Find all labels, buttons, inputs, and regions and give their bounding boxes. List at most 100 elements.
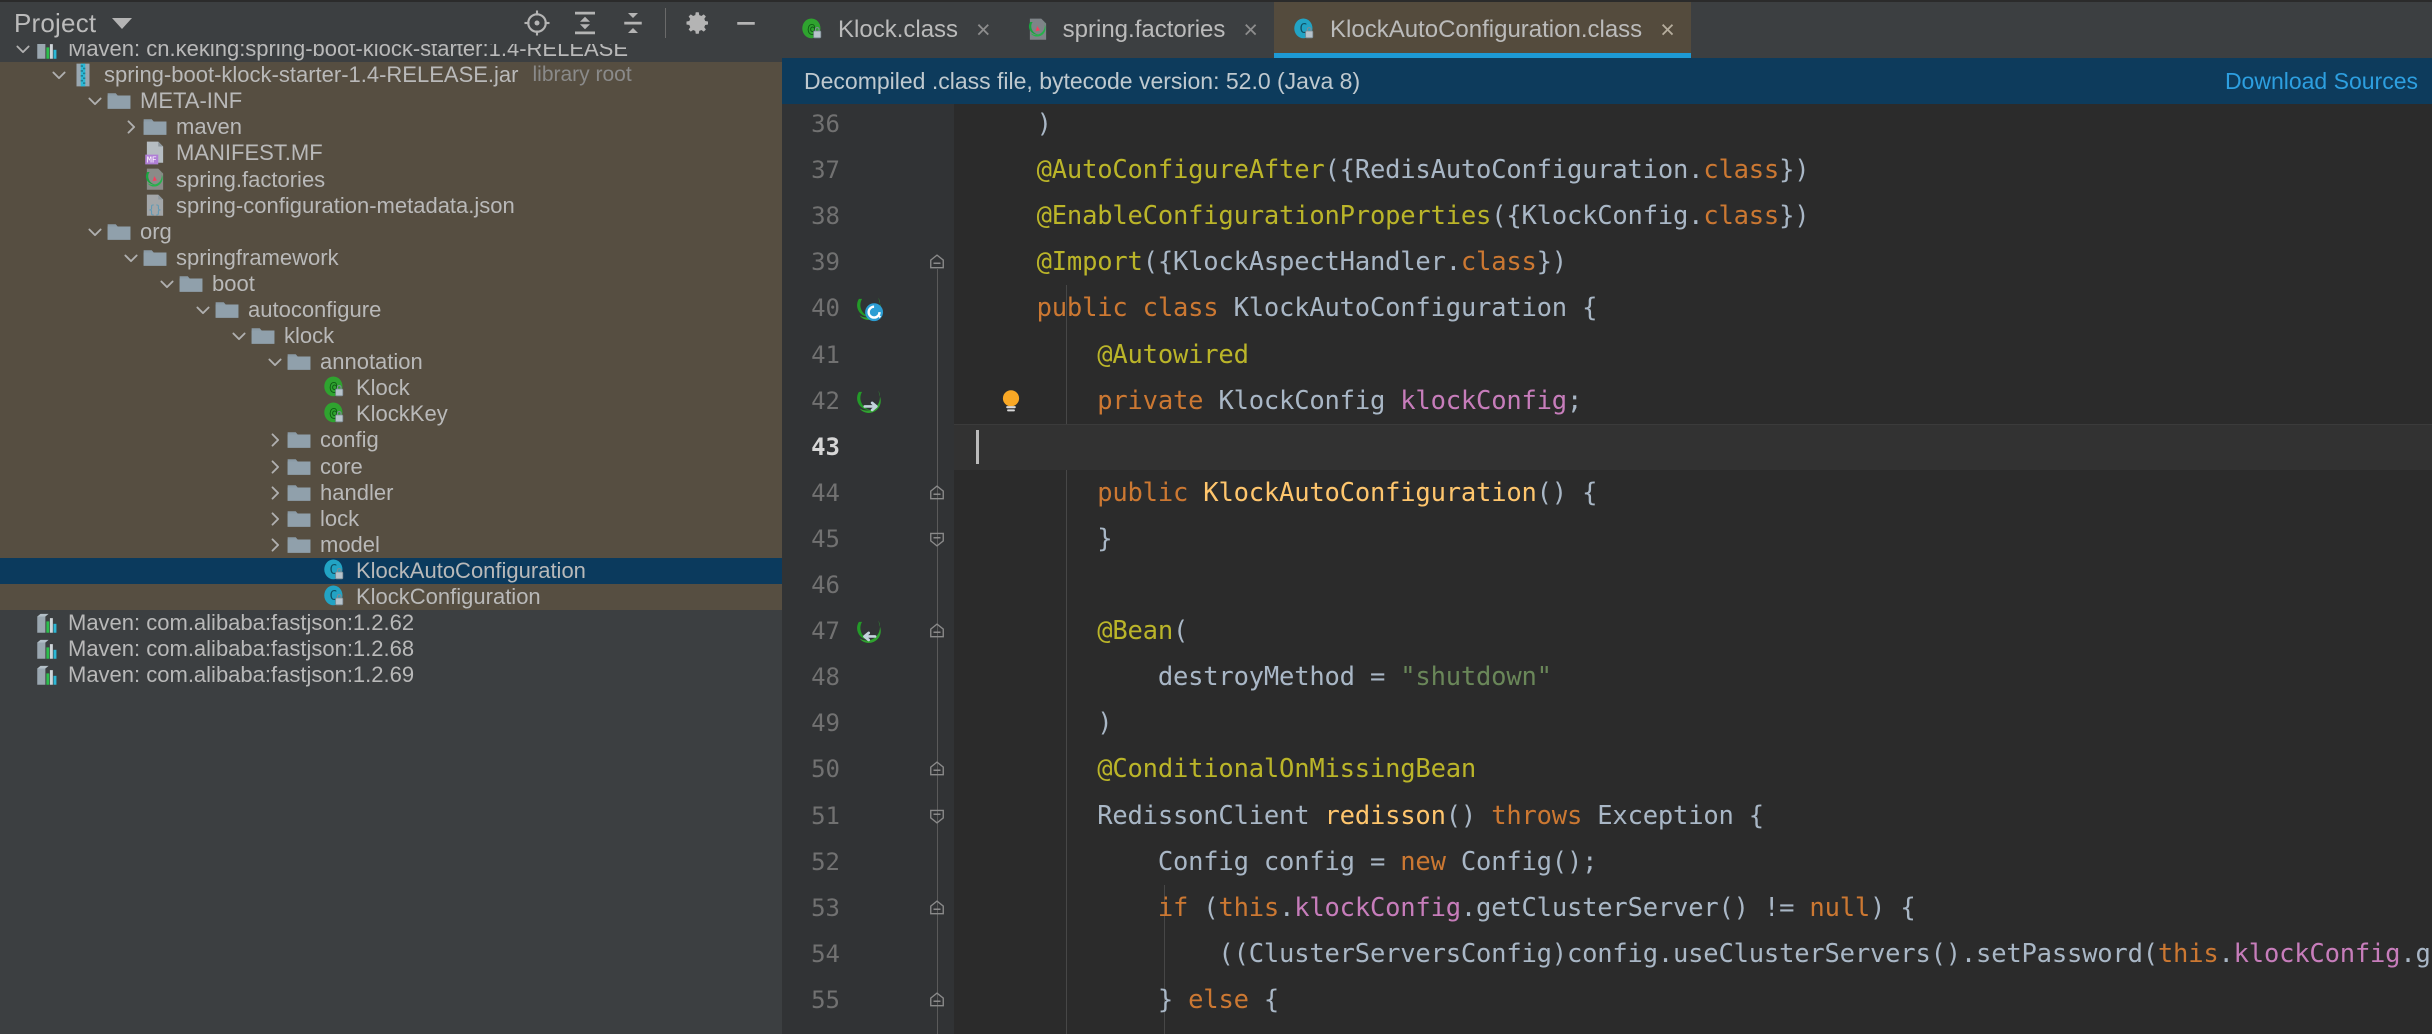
chevron-right-icon[interactable] [264, 456, 286, 478]
gutter-line[interactable]: 48 [782, 654, 920, 700]
tree-item[interactable]: Maven: cn.keking:spring-boot-klock-start… [0, 44, 782, 63]
gutter-line[interactable]: 43 [782, 424, 920, 470]
gutter-line[interactable]: 39 [782, 239, 920, 285]
code-line[interactable]: @Autowired [954, 332, 2432, 378]
tree-item[interactable]: core [0, 453, 782, 480]
chevron-down-icon[interactable] [84, 221, 106, 243]
code-line[interactable]: @Bean( [954, 608, 2432, 654]
tree-item[interactable]: klock [0, 323, 782, 350]
chevron-down-icon[interactable] [264, 351, 286, 373]
fold-marker-collapse[interactable] [920, 977, 954, 1023]
gutter-line[interactable]: 54 [782, 931, 920, 977]
tree-item[interactable]: {} spring-configuration-metadata.json [0, 192, 782, 219]
gutter-line[interactable]: 44 [782, 470, 920, 516]
code-line[interactable]: Config config = new Config(); [954, 839, 2432, 885]
tree-item[interactable]: maven [0, 114, 782, 141]
code-line[interactable]: @ConditionalOnMissingBean [954, 746, 2432, 792]
gutter-line[interactable]: 51 [782, 793, 920, 839]
tree-item[interactable]: @ Klock [0, 375, 782, 402]
close-icon[interactable]: × [1243, 17, 1258, 43]
code-line[interactable]: ) [954, 104, 2432, 147]
chevron-down-icon[interactable] [120, 247, 142, 269]
tree-item[interactable]: config [0, 427, 782, 454]
close-icon[interactable]: × [1660, 17, 1675, 43]
tree-item[interactable]: MF MANIFEST.MF [0, 140, 782, 167]
chevron-right-icon[interactable] [120, 116, 142, 138]
fold-strip[interactable] [920, 104, 954, 1034]
fold-marker-collapse[interactable] [920, 885, 954, 931]
tree-item[interactable]: Maven: com.alibaba:fastjson:1.2.68 [0, 636, 782, 663]
chevron-right-icon[interactable] [264, 508, 286, 530]
gutter-line[interactable]: 49 [782, 700, 920, 746]
collapse-all-icon[interactable] [609, 3, 657, 43]
gutter-line[interactable]: 41 [782, 332, 920, 378]
fold-marker-collapse[interactable] [920, 746, 954, 792]
chevron-right-icon[interactable] [264, 482, 286, 504]
chevron-down-icon[interactable] [48, 64, 70, 86]
fold-marker-collapse[interactable] [920, 470, 954, 516]
gutter-line[interactable]: 38 [782, 193, 920, 239]
editor-gutter[interactable]: 36 37 38 39 40 41 42 43 44 45 46 47 48 49 50 51 52 53 54 55… [782, 104, 920, 1034]
code-line[interactable]: RedissonClient redisson() throws Excepti… [954, 793, 2432, 839]
fold-marker-collapse-open[interactable] [920, 793, 954, 839]
code-line[interactable]: } [954, 516, 2432, 562]
spring-bean-back-icon[interactable] [848, 615, 888, 647]
code-line[interactable]: ) [954, 700, 2432, 746]
code-line[interactable]: public KlockAutoConfiguration() { [954, 470, 2432, 516]
close-icon[interactable]: × [976, 17, 991, 43]
minimize-icon[interactable] [722, 3, 770, 43]
gutter-line[interactable]: 55 [782, 977, 920, 1023]
tree-item[interactable]: model [0, 531, 782, 558]
fold-marker-collapse[interactable] [920, 608, 954, 654]
chevron-down-icon[interactable] [112, 17, 133, 29]
tree-item-selected[interactable]: C KlockAutoConfiguration [0, 557, 782, 584]
gutter-line[interactable]: 42 [782, 378, 920, 424]
project-tree[interactable]: Maven: cn.keking:spring-boot-klock-start… [0, 44, 782, 1034]
code-line[interactable]: if (this. klockConfig .getClusterServer() … [954, 885, 2432, 931]
tree-item[interactable]: lock [0, 505, 782, 532]
tree-item[interactable]: META-INF [0, 88, 782, 115]
code-line[interactable]: @AutoConfigureAfter ({RedisAutoConfigurat… [954, 147, 2432, 193]
code-line[interactable]: private KlockConfig klockConfig; [954, 378, 2432, 424]
editor-tab[interactable]: @ Klock.class × [782, 2, 1007, 58]
tree-item[interactable]: spring.factories [0, 166, 782, 193]
gutter-line[interactable]: 36 [782, 104, 920, 147]
tree-item[interactable]: C KlockConfiguration [0, 583, 782, 611]
gutter-line[interactable]: 45 [782, 516, 920, 562]
editor-tab-active[interactable]: C KlockAutoConfiguration.class × [1274, 2, 1691, 58]
intention-bulb-icon[interactable] [996, 386, 1026, 416]
chevron-right-icon[interactable] [264, 534, 286, 556]
tree-item[interactable]: springframework [0, 244, 782, 271]
gutter-line[interactable]: 56 [782, 1023, 920, 1034]
code-line[interactable]: destroyMethod = "shutdown" [954, 654, 2432, 700]
code-line[interactable]: ((ClusterServersConfig)config.useCluster… [954, 931, 2432, 977]
tree-item[interactable]: autoconfigure [0, 296, 782, 324]
gutter-line[interactable]: 50 [782, 746, 920, 792]
tree-item[interactable]: annotation [0, 349, 782, 376]
code-line[interactable]: @Import ({KlockAspectHandler. class}) [954, 239, 2432, 285]
tree-item[interactable]: Maven: com.alibaba:fastjson:1.2.62 [0, 610, 782, 637]
code-line[interactable] [954, 562, 2432, 608]
chevron-down-icon[interactable] [228, 325, 250, 347]
gutter-line[interactable]: 53 [782, 885, 920, 931]
code-line[interactable]: config.useSingleServer().setAddress(this… [954, 1023, 2432, 1034]
chevron-down-icon[interactable] [156, 273, 178, 295]
locate-target-icon[interactable] [513, 3, 561, 43]
code-text[interactable]: ) @AutoConfigureAfter ({RedisAutoConfigur… [954, 104, 2432, 1034]
download-sources-link[interactable]: Download Sources [2225, 68, 2418, 95]
fold-marker-collapse[interactable] [920, 239, 954, 285]
editor-tab[interactable]: spring.factories × [1006, 2, 1275, 58]
spring-bean-icon[interactable] [848, 292, 888, 324]
fold-marker-collapse-end[interactable] [920, 516, 954, 562]
gutter-line[interactable]: 46 [782, 562, 920, 608]
chevron-down-icon[interactable] [192, 299, 214, 321]
gear-icon[interactable] [674, 3, 722, 43]
code-editor[interactable]: 36 37 38 39 40 41 42 43 44 45 46 47 48 49 50 51 52 53 54 55… [782, 104, 2432, 1034]
gutter-line[interactable]: 40 [782, 285, 920, 331]
gutter-line[interactable]: 47 [782, 608, 920, 654]
gutter-line[interactable]: 52 [782, 839, 920, 885]
tree-item[interactable]: @ KlockKey [0, 401, 782, 428]
chevron-down-icon[interactable] [12, 44, 34, 60]
tree-item[interactable]: spring-boot-klock-starter-1.4-RELEASE.ja… [0, 62, 782, 89]
code-line[interactable]: public class KlockAutoConfiguration { [954, 285, 2432, 331]
